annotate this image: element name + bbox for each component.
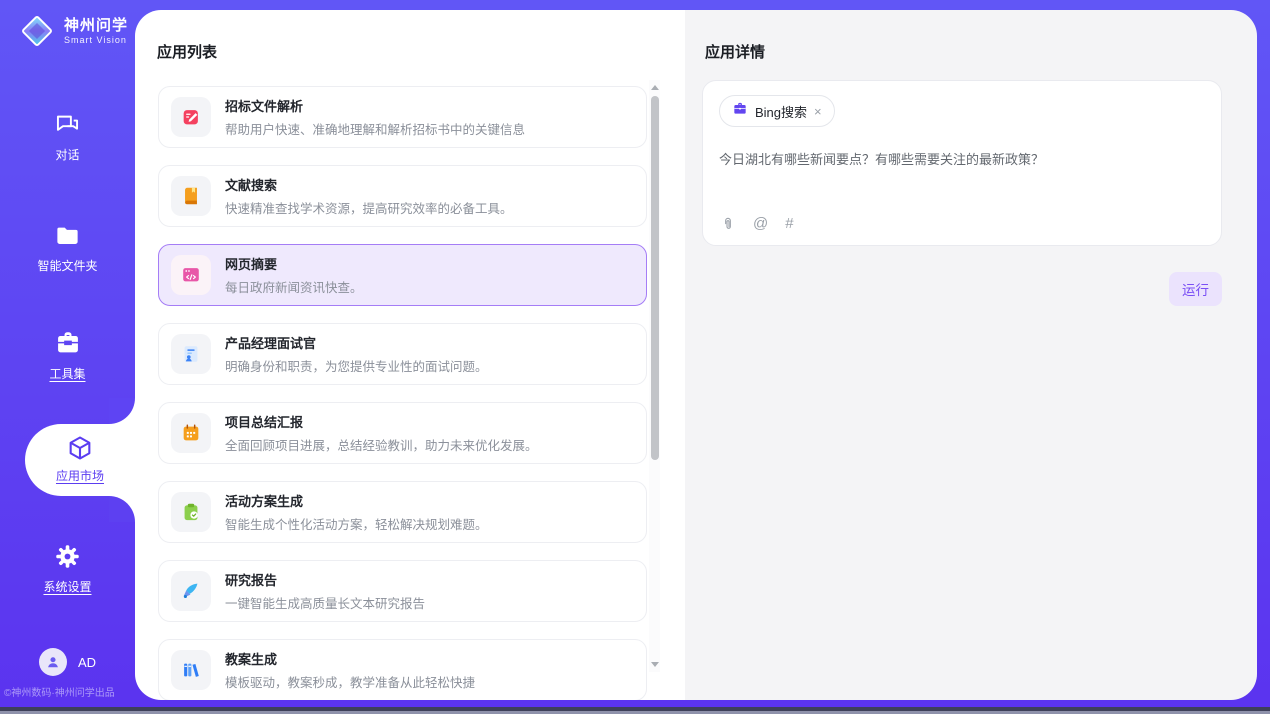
tool-tag-bing-search[interactable]: Bing搜索 ×: [719, 95, 835, 127]
app-card-desc: 快速精准查找学术资源，提高研究效率的必备工具。: [225, 198, 513, 217]
app-card-desc: 一键智能生成高质量长文本研究报告: [225, 593, 425, 612]
app-card-title: 研究报告: [225, 570, 425, 589]
app-card-title: 网页摘要: [225, 254, 363, 273]
run-button[interactable]: 运行: [1169, 272, 1222, 306]
briefcase-icon: [732, 101, 748, 122]
app-card-pm-interviewer[interactable]: 产品经理面试官 明确身份和职责，为您提供专业性的面试问题。: [158, 323, 647, 385]
app-detail-title: 应用详情: [705, 41, 765, 62]
web-page-icon: [171, 255, 211, 295]
input-toolbar: @ #: [720, 215, 794, 232]
app-list-title: 应用列表: [157, 41, 217, 62]
book-icon: [171, 176, 211, 216]
sidebar: 神州问学 Smart Vision 对话 智能文件夹 工具集: [0, 0, 135, 714]
app-card-desc: 每日政府新闻资讯快查。: [225, 277, 363, 296]
app-card-desc: 帮助用户快速、准确地理解和解析招标书中的关键信息: [225, 119, 525, 138]
sidebar-item-toolset[interactable]: 工具集: [0, 329, 135, 382]
list-scrollbar[interactable]: [649, 80, 660, 672]
scroll-up-icon[interactable]: [651, 85, 659, 90]
scroll-down-icon[interactable]: [651, 662, 659, 667]
gear-icon: [0, 542, 135, 570]
avatar: [39, 648, 67, 676]
app-list: 招标文件解析 帮助用户快速、准确地理解和解析招标书中的关键信息 文献搜索 快速精…: [158, 86, 647, 700]
folder-icon: [0, 221, 135, 249]
gem-logo-icon: [18, 12, 56, 50]
app-card-bid-analysis[interactable]: 招标文件解析 帮助用户快速、准确地理解和解析招标书中的关键信息: [158, 86, 647, 148]
sidebar-item-label: 对话: [0, 146, 135, 163]
bump-corner-top: [109, 398, 135, 424]
bump-corner-bottom: [109, 496, 135, 522]
user-account[interactable]: AD: [39, 648, 96, 676]
bid-analysis-icon: [171, 97, 211, 137]
app-input-card: Bing搜索 × 今日湖北有哪些新闻要点？有哪些需要关注的最新政策？ @ #: [702, 80, 1222, 246]
app-card-title: 项目总结汇报: [225, 412, 538, 431]
app-card-desc: 模板驱动，教案秒成，教学准备从此轻松快捷: [225, 672, 475, 691]
sidebar-item-app-market[interactable]: 应用市场: [25, 424, 135, 496]
clipboard-check-icon: [171, 492, 211, 532]
app-card-research-report[interactable]: 研究报告 一键智能生成高质量长文本研究报告: [158, 560, 647, 622]
app-card-title: 教案生成: [225, 649, 475, 668]
books-icon: [171, 650, 211, 690]
user-name: AD: [78, 655, 96, 670]
app-card-project-summary[interactable]: 项目总结汇报 全面回顾项目进展，总结经验教训，助力未来优化发展。: [158, 402, 647, 464]
app-card-literature-search[interactable]: 文献搜索 快速精准查找学术资源，提高研究效率的必备工具。: [158, 165, 647, 227]
pen-icon: [171, 571, 211, 611]
app-card-title: 产品经理面试官: [225, 333, 488, 352]
hashtag-icon[interactable]: #: [785, 215, 793, 232]
sidebar-item-label: 系统设置: [0, 578, 135, 595]
app-card-desc: 明确身份和职责，为您提供专业性的面试问题。: [225, 356, 488, 375]
copyright-footer: ©神州数码·神州问学出品: [4, 684, 135, 699]
sidebar-item-label: 应用市场: [25, 467, 135, 484]
sidebar-item-label: 智能文件夹: [0, 257, 135, 274]
app-card-title: 文献搜索: [225, 175, 513, 194]
sidebar-item-label: 工具集: [0, 365, 135, 382]
mention-icon[interactable]: @: [753, 215, 768, 232]
app-card-web-summary[interactable]: 网页摘要 每日政府新闻资讯快查。: [158, 244, 647, 306]
app-card-title: 招标文件解析: [225, 96, 525, 115]
brand-subtitle: Smart Vision: [64, 35, 128, 45]
brand-logo: 神州问学 Smart Vision: [18, 12, 128, 50]
app-detail-panel: 应用详情 Bing搜索 × 今日湖北有哪些新闻要点？有哪些需要关注的最新政策？: [685, 10, 1257, 700]
app-card-activity-plan[interactable]: 活动方案生成 智能生成个性化活动方案，轻松解决规划难题。: [158, 481, 647, 543]
app-card-desc: 全面回顾项目进展，总结经验教训，助力未来优化发展。: [225, 435, 538, 454]
app-card-lesson-plan[interactable]: 教案生成 模板驱动，教案秒成，教学准备从此轻松快捷: [158, 639, 647, 700]
scrollbar-thumb[interactable]: [651, 96, 659, 460]
calendar-icon: [171, 413, 211, 453]
interviewer-icon: [171, 334, 211, 374]
sidebar-item-smart-folder[interactable]: 智能文件夹: [0, 221, 135, 274]
app-card-title: 活动方案生成: [225, 491, 488, 510]
query-input[interactable]: 今日湖北有哪些新闻要点？有哪些需要关注的最新政策？: [719, 151, 1205, 169]
content-area: 应用列表 招标文件解析 帮助用户快速、准确地理解和解析招标书中的关键信息: [135, 10, 1257, 700]
tool-tag-label: Bing搜索: [755, 102, 807, 121]
chat-icon: [0, 110, 135, 138]
brand-name: 神州问学: [64, 17, 128, 35]
toolbox-icon: [0, 329, 135, 357]
cube-icon: [25, 432, 135, 462]
sidebar-item-chat[interactable]: 对话: [0, 110, 135, 163]
tag-close-icon[interactable]: ×: [814, 104, 822, 119]
app-card-desc: 智能生成个性化活动方案，轻松解决规划难题。: [225, 514, 488, 533]
app-list-panel: 应用列表 招标文件解析 帮助用户快速、准确地理解和解析招标书中的关键信息: [135, 10, 685, 700]
sidebar-item-settings[interactable]: 系统设置: [0, 542, 135, 595]
attachment-icon[interactable]: [720, 216, 736, 232]
